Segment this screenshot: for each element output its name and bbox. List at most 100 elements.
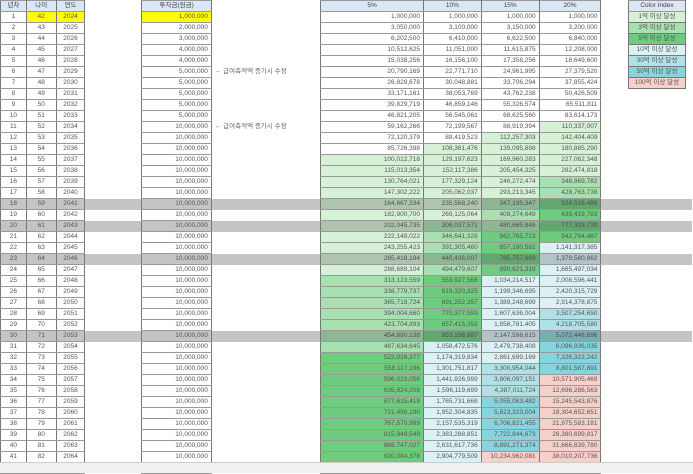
gap-cell[interactable] bbox=[85, 23, 142, 34]
age-cell[interactable]: 54 bbox=[25, 143, 57, 155]
gap-cell[interactable] bbox=[685, 220, 693, 232]
rate-10-cell[interactable]: 56,545,061 bbox=[422, 110, 482, 122]
rate-5-cell[interactable]: 202,045,735 bbox=[320, 220, 424, 232]
gap-cell[interactable] bbox=[601, 133, 629, 144]
age-cell[interactable]: 58 bbox=[25, 187, 57, 199]
gap-cell[interactable] bbox=[601, 144, 629, 155]
rate-5-cell[interactable]: 454,890,138 bbox=[320, 330, 424, 342]
rate-10-cell[interactable]: 89,419,523 bbox=[422, 132, 482, 144]
invest-cell[interactable]: 10,000,000 bbox=[141, 451, 212, 463]
note-cell[interactable] bbox=[211, 45, 320, 56]
gap-cell[interactable] bbox=[685, 330, 693, 342]
header-invest[interactable]: 투자금(원금) bbox=[141, 0, 212, 12]
rate-10-cell[interactable]: 205,062,037 bbox=[422, 187, 482, 199]
note-cell[interactable] bbox=[211, 100, 320, 111]
rate-5-cell[interactable]: 6,202,500 bbox=[320, 33, 424, 45]
gap-cell[interactable] bbox=[601, 386, 629, 397]
rate-10-cell[interactable]: 619,320,325 bbox=[422, 286, 482, 298]
gap-cell[interactable] bbox=[629, 386, 686, 397]
gap-cell[interactable] bbox=[601, 177, 629, 188]
year-no-cell[interactable]: 25 bbox=[0, 275, 27, 287]
note-cell[interactable] bbox=[211, 198, 321, 210]
gap-cell[interactable] bbox=[85, 243, 142, 254]
rate-5-cell[interactable]: 33,171,161 bbox=[320, 88, 424, 100]
rate-5-cell[interactable]: 85,726,398 bbox=[320, 143, 424, 155]
rate-20-cell[interactable]: 65,511,811 bbox=[538, 99, 602, 111]
gap-cell[interactable] bbox=[629, 144, 686, 155]
gap-cell[interactable] bbox=[601, 45, 629, 56]
rate-15-cell[interactable]: 1,607,636,004 bbox=[480, 308, 540, 320]
year-no-cell[interactable]: 39 bbox=[0, 429, 27, 441]
age-cell[interactable]: 44 bbox=[25, 33, 57, 45]
gap-cell[interactable] bbox=[84, 198, 142, 210]
gap-cell[interactable] bbox=[629, 243, 686, 254]
gap-cell[interactable] bbox=[85, 232, 142, 243]
age-cell[interactable]: 42 bbox=[25, 11, 57, 23]
rate-15-cell[interactable]: 3,806,097,151 bbox=[480, 374, 540, 386]
rate-20-cell[interactable]: 50,426,509 bbox=[538, 88, 602, 100]
rate-20-cell[interactable]: 7,326,323,242 bbox=[538, 352, 602, 364]
year-cell[interactable]: 2034 bbox=[55, 121, 86, 133]
gap-cell[interactable] bbox=[685, 342, 692, 353]
age-cell[interactable]: 49 bbox=[25, 88, 57, 100]
year-cell[interactable]: 2046 bbox=[55, 253, 86, 265]
age-cell[interactable]: 57 bbox=[25, 176, 57, 188]
rate-10-cell[interactable]: 3,100,000 bbox=[422, 22, 482, 34]
year-no-cell[interactable]: 31 bbox=[0, 341, 27, 353]
gap-cell[interactable] bbox=[85, 419, 142, 430]
year-no-cell[interactable]: 24 bbox=[0, 264, 27, 276]
invest-cell[interactable]: 10,000,000 bbox=[141, 165, 212, 177]
year-no-cell[interactable]: 4 bbox=[0, 44, 27, 56]
rate-10-cell[interactable]: 129,197,623 bbox=[422, 154, 482, 166]
gap-cell[interactable] bbox=[685, 353, 692, 364]
rate-15-cell[interactable]: 6,622,500 bbox=[480, 33, 540, 45]
rate-15-cell[interactable]: 480,665,846 bbox=[480, 220, 540, 232]
year-cell[interactable]: 2050 bbox=[55, 297, 86, 309]
rate-15-cell[interactable]: 8,891,271,374 bbox=[480, 440, 540, 452]
gap-cell[interactable] bbox=[685, 12, 692, 23]
invest-cell[interactable]: 10,000,000 bbox=[141, 308, 212, 320]
gap-cell[interactable] bbox=[685, 232, 692, 243]
rate-5-cell[interactable]: 677,615,419 bbox=[320, 396, 424, 408]
rate-15-cell[interactable]: 2,479,738,408 bbox=[480, 341, 540, 353]
rate-20-cell[interactable]: 282,474,818 bbox=[538, 165, 602, 177]
rate-5-cell[interactable]: 423,704,893 bbox=[320, 319, 424, 331]
year-no-cell[interactable]: 15 bbox=[0, 165, 27, 177]
year-no-cell[interactable]: 41 bbox=[0, 451, 27, 463]
rate-15-cell[interactable]: 1,034,214,517 bbox=[480, 275, 540, 287]
rate-20-cell[interactable]: 83,614,173 bbox=[538, 110, 602, 122]
rate-10-cell[interactable]: 72,199,567 bbox=[422, 121, 482, 133]
rate-10-cell[interactable]: 1,441,926,999 bbox=[422, 374, 482, 386]
age-cell[interactable]: 53 bbox=[25, 132, 57, 144]
gap-cell[interactable] bbox=[685, 309, 692, 320]
note-cell[interactable] bbox=[211, 78, 320, 89]
year-cell[interactable]: 2026 bbox=[55, 33, 86, 45]
rate-5-cell[interactable]: 487,634,645 bbox=[320, 341, 424, 353]
year-no-cell[interactable]: 26 bbox=[0, 286, 27, 298]
rate-20-cell[interactable]: 6,096,936,035 bbox=[538, 341, 602, 353]
note-cell[interactable] bbox=[211, 375, 320, 386]
gap-cell[interactable] bbox=[601, 232, 629, 243]
rate-5-cell[interactable]: 365,718,724 bbox=[320, 297, 424, 309]
age-cell[interactable]: 45 bbox=[25, 44, 57, 56]
gap-cell[interactable] bbox=[85, 12, 142, 23]
age-cell[interactable]: 76 bbox=[25, 385, 57, 397]
gap-cell[interactable] bbox=[85, 298, 142, 309]
year-cell[interactable]: 2062 bbox=[55, 429, 86, 441]
invest-cell[interactable]: 3,000,000 bbox=[141, 33, 212, 45]
year-cell[interactable]: 2058 bbox=[55, 385, 86, 397]
note-cell[interactable] bbox=[211, 155, 320, 166]
rate-15-cell[interactable]: 1,389,248,699 bbox=[480, 297, 540, 309]
rate-15-cell[interactable]: 890,621,319 bbox=[480, 264, 540, 276]
gap-cell[interactable] bbox=[601, 276, 629, 287]
age-cell[interactable]: 73 bbox=[25, 352, 57, 364]
invest-cell[interactable]: 10,000,000 bbox=[141, 275, 212, 287]
rate-10-cell[interactable]: 1,301,751,817 bbox=[422, 363, 482, 375]
year-cell[interactable]: 2052 bbox=[55, 319, 86, 331]
year-no-cell[interactable]: 40 bbox=[0, 440, 27, 452]
gap-cell[interactable] bbox=[85, 177, 142, 188]
gap-cell[interactable] bbox=[628, 220, 686, 232]
year-cell[interactable]: 2048 bbox=[55, 275, 86, 287]
gap-cell[interactable] bbox=[685, 34, 692, 45]
rate-20-cell[interactable]: 18,649,600 bbox=[538, 55, 602, 67]
